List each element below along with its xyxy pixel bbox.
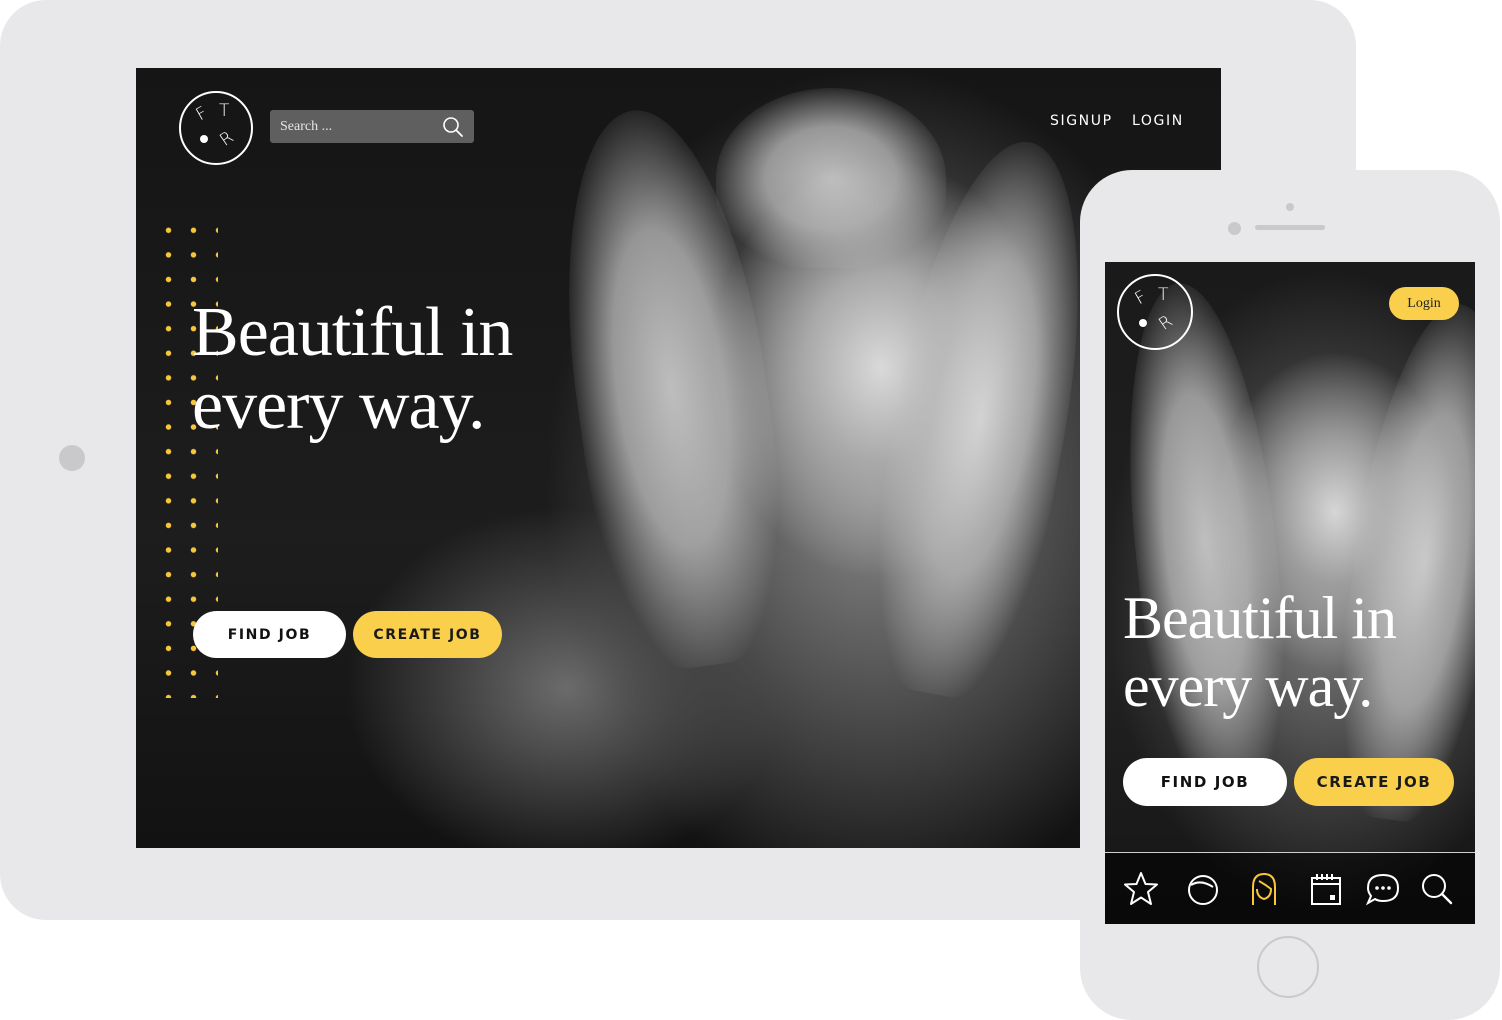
hero-headline-line1: Beautiful in	[192, 294, 513, 371]
photo-hair-top	[716, 88, 946, 268]
logo-dot	[200, 135, 208, 143]
phone-home-button	[1257, 936, 1319, 998]
login-link[interactable]: LOGIN	[1132, 113, 1184, 129]
login-button[interactable]: Login	[1389, 287, 1459, 320]
profile-icon[interactable]	[1244, 869, 1284, 909]
hero-headline: Beautiful in every way.	[1123, 584, 1397, 720]
tablet-screen: F T R SIGNUP LOGIN Beautiful in every wa…	[136, 68, 1221, 848]
logo-letter-r: R	[1155, 311, 1177, 335]
logo-dot	[1139, 319, 1147, 327]
bottom-tab-bar	[1105, 852, 1475, 924]
ftr-logo[interactable]: F T R	[179, 91, 253, 165]
create-job-button[interactable]: CREATE JOB	[353, 611, 502, 658]
hero-headline-line2: every way.	[192, 367, 486, 444]
ftr-logo[interactable]: F T R	[1117, 274, 1193, 350]
photo-hair-right	[1319, 294, 1475, 830]
hero-headline-line1: Beautiful in	[1123, 585, 1397, 651]
search-box	[270, 110, 474, 143]
logo-letter-t: T	[1158, 285, 1169, 305]
phone-screen: F T R Login Beautiful in every way. FIND…	[1105, 262, 1475, 924]
calendar-icon[interactable]	[1306, 869, 1346, 909]
logo-letter-r: R	[216, 127, 238, 151]
logo-letter-f: F	[192, 102, 212, 126]
logo-letter-f: F	[1131, 286, 1151, 310]
phone-speaker	[1255, 225, 1325, 230]
phone-sensor	[1286, 203, 1294, 211]
phone-device: F T R Login Beautiful in every way. FIND…	[1080, 170, 1500, 1020]
chat-icon[interactable]	[1363, 869, 1403, 909]
search-icon[interactable]	[442, 116, 464, 138]
hero-headline: Beautiful in every way.	[192, 294, 513, 444]
search-input[interactable]	[270, 110, 460, 143]
tablet-home-button	[59, 445, 85, 471]
signup-link[interactable]: SIGNUP	[1050, 113, 1113, 129]
search-icon[interactable]	[1417, 869, 1457, 909]
find-job-button[interactable]: FIND JOB	[193, 611, 346, 658]
logo-letter-t: T	[219, 101, 230, 121]
photo-hair-left	[1108, 276, 1302, 808]
face-icon[interactable]	[1183, 869, 1223, 909]
hero-headline-line2: every way.	[1123, 653, 1373, 719]
phone-camera	[1228, 222, 1241, 235]
find-job-button[interactable]: FIND JOB	[1123, 758, 1287, 806]
star-icon[interactable]	[1121, 869, 1161, 909]
create-job-button[interactable]: CREATE JOB	[1294, 758, 1454, 806]
